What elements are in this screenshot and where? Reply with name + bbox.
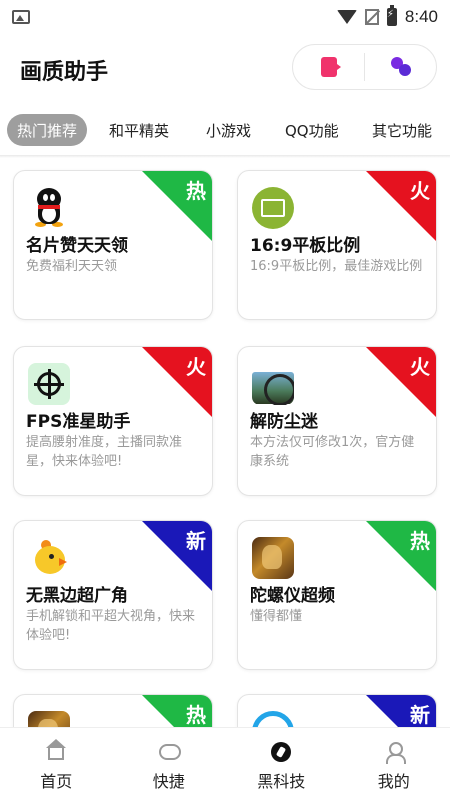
tab-hot[interactable]: 热门推荐: [7, 114, 88, 146]
gamepad-icon: [158, 742, 181, 762]
card-description: 16:9平板比例，最佳游戏比例: [250, 259, 423, 274]
tab-peace-elite[interactable]: 和平精英: [109, 114, 169, 146]
card-title: 名片赞天天领: [26, 236, 128, 256]
status-time: 8:40: [404, 7, 438, 26]
nav-label: 黑科技: [257, 772, 306, 791]
card-title: 无黑边超广角: [26, 586, 128, 606]
nav-profile[interactable]: 我的: [338, 728, 450, 800]
feature-card[interactable]: 火 FPS准星助手 提高腰射准度，主播同款准星，快来体验吧!: [13, 346, 213, 496]
tab-qq-features[interactable]: QQ功能: [285, 114, 339, 146]
card-title: 解防尘迷: [250, 412, 318, 432]
nav-shortcuts[interactable]: 快捷: [113, 728, 226, 800]
gallery-notification-icon: [12, 10, 30, 24]
me-icon: [384, 742, 406, 764]
crosshair-icon: [28, 363, 70, 405]
badge-label: 新: [410, 703, 430, 727]
badge-label: 火: [410, 355, 430, 379]
video-button[interactable]: [293, 45, 364, 89]
nav-label: 首页: [40, 772, 73, 791]
card-description: 免费福利天天领: [26, 259, 118, 274]
no-sim-icon: [364, 9, 379, 25]
battery-charging-icon: [386, 5, 397, 26]
badge-label: 火: [186, 355, 206, 379]
nav-label: 我的: [377, 772, 410, 791]
tabs-divider: [0, 155, 450, 158]
badge-label: 火: [410, 179, 430, 203]
badge-label: 热: [410, 529, 430, 553]
card-title: FPS准星助手: [26, 412, 131, 432]
chick-icon: [28, 537, 70, 579]
nav-black-tech[interactable]: 黑科技: [225, 728, 338, 800]
badge-label: 新: [186, 529, 206, 553]
status-bar: 8:40: [0, 0, 450, 34]
feature-card[interactable]: 火 解防尘迷 本方法仅可修改1次，官方健康系统: [237, 346, 437, 496]
badge-label: 热: [186, 179, 206, 203]
status-icons: 8:40: [336, 5, 438, 27]
tab-mini-games[interactable]: 小游戏: [206, 114, 251, 146]
card-description: 手机解锁和平超大视角，快来体验吧!: [26, 609, 196, 643]
feature-card[interactable]: 热 名片赞天天领 免费福利天天领: [13, 170, 213, 320]
card-description: 本方法仅可修改1次，官方健康系统: [250, 435, 415, 469]
game-art-icon: [252, 537, 294, 579]
card-description: 懂得都懂: [250, 609, 303, 624]
app-header: 画质助手: [0, 40, 450, 96]
group-chat-icon: [389, 57, 413, 77]
category-tabs: 热门推荐 和平精英 小游戏 QQ功能 其它功能: [0, 110, 450, 150]
card-description: 提高腰射准度，主播同款准星，快来体验吧!: [26, 435, 183, 469]
bottom-nav: 首页 快捷 黑科技 我的: [0, 727, 450, 800]
feature-card[interactable]: 新 无黑边超广角 手机解锁和平超大视角，快来体验吧!: [13, 520, 213, 670]
feature-card[interactable]: 火 16:9平板比例 16:9平板比例，最佳游戏比例: [237, 170, 437, 320]
tablet-icon: [252, 187, 294, 229]
home-icon: [46, 739, 67, 762]
scope-icon: [252, 363, 294, 405]
nav-home[interactable]: 首页: [0, 728, 113, 800]
group-button[interactable]: [365, 45, 436, 89]
tech-icon: [271, 742, 292, 762]
card-title: 16:9平板比例: [250, 236, 361, 256]
tab-other-features[interactable]: 其它功能: [372, 114, 432, 146]
nav-label: 快捷: [152, 772, 185, 791]
card-title: 陀螺仪超频: [250, 586, 335, 606]
badge-label: 热: [186, 703, 206, 727]
wifi-icon: [336, 10, 357, 24]
qq-penguin-icon: [28, 187, 70, 229]
video-icon: [320, 57, 341, 77]
header-actions: [292, 44, 437, 90]
app-title: 画质助手: [20, 60, 109, 85]
feature-card[interactable]: 热 陀螺仪超频 懂得都懂: [237, 520, 437, 670]
